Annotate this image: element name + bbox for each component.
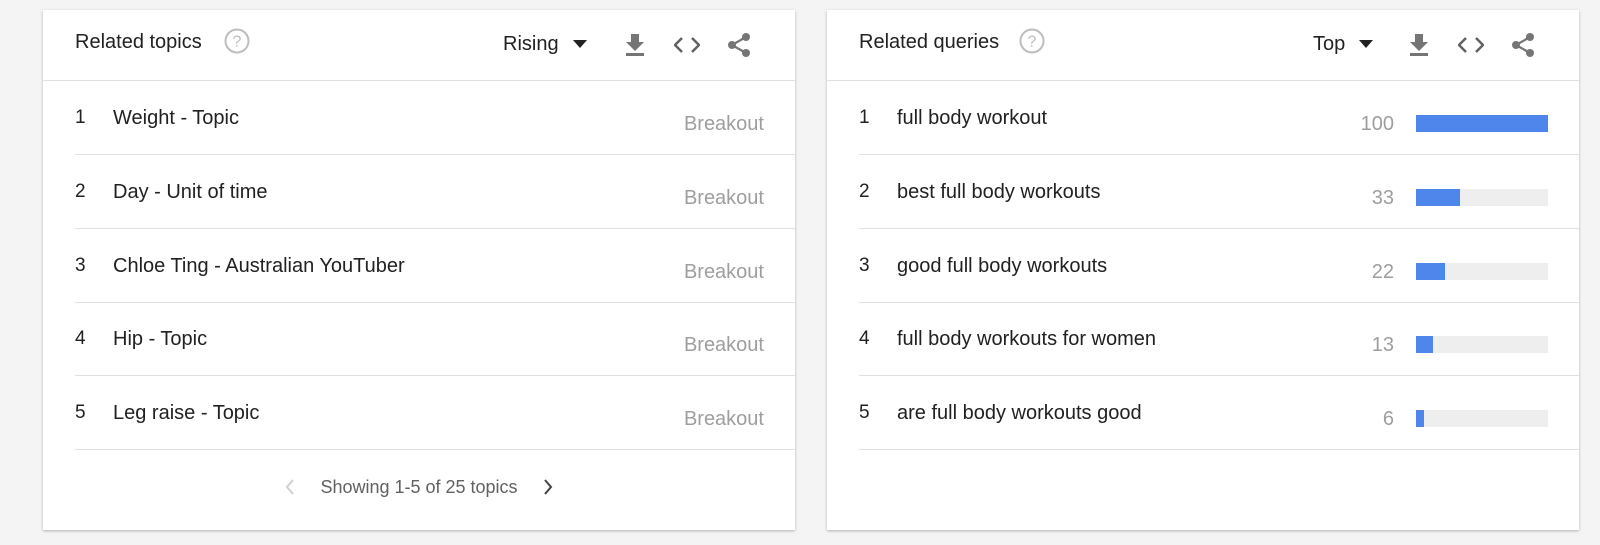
download-icon[interactable] [621,31,649,59]
rising-value: Breakout [683,334,764,356]
list-item[interactable]: 4 full body workouts for women 13 [859,302,1579,376]
previous-page-button[interactable] [278,475,302,499]
rank-number: 2 [859,181,870,202]
score-value: 100 [1360,113,1394,135]
rank-number: 3 [75,255,86,276]
rising-value: Breakout [683,408,764,430]
rising-value: Breakout [683,113,764,135]
list-item[interactable]: 3 good full body workouts 22 [859,229,1579,303]
help-icon[interactable]: ? [1019,28,1045,54]
next-page-button[interactable] [536,475,560,499]
score-bar-fill [1416,336,1434,353]
caret-down-icon [572,40,587,48]
pagination-text: Showing 1-5 of 25 topics [320,476,518,497]
svg-text:?: ? [233,34,242,51]
related-queries-title: Related queries [859,31,1000,53]
embed-code-icon[interactable] [673,31,701,59]
score-bar-fill [1416,263,1446,280]
list-item[interactable]: 2 best full body workouts 33 [859,155,1579,229]
related-topics-header: Related topics ? Rising [43,10,795,81]
rank-number: 4 [859,328,870,349]
score-bar [1416,263,1548,280]
related-queries-header: Related queries ? Top [827,10,1579,81]
score-value: 22 [1371,261,1394,283]
rank-number: 4 [75,328,86,349]
score-bar [1416,115,1548,132]
topic-label[interactable]: Hip - Topic [113,328,207,351]
topic-label[interactable]: Chloe Ting - Australian YouTuber [113,255,405,278]
rising-top-dropdown[interactable]: Top [1313,30,1374,58]
download-icon[interactable] [1405,31,1433,59]
rank-number: 3 [859,255,870,276]
related-topics-card: Related topics ? Rising 1 Weight - Topic… [43,10,795,530]
score-bar-fill [1416,410,1424,427]
share-icon[interactable] [1509,31,1537,59]
list-item[interactable]: 5 Leg raise - Topic Breakout [75,376,795,450]
list-item[interactable]: 5 are full body workouts good 6 [859,376,1579,450]
related-topics-title: Related topics [75,31,202,53]
rank-number: 1 [75,107,86,128]
related-queries-card: Related queries ? Top 1 full body workou… [827,10,1579,530]
score-bar [1416,336,1548,353]
rank-number: 5 [75,402,86,423]
rank-number: 5 [859,402,870,423]
topic-label[interactable]: Day - Unit of time [113,181,267,204]
rising-value: Breakout [683,261,764,283]
query-label[interactable]: full body workout [897,107,1047,130]
score-value: 13 [1371,334,1394,356]
dropdown-selected-value: Rising [503,32,559,55]
help-icon[interactable]: ? [224,28,250,54]
chevron-right-icon [543,479,552,495]
query-label[interactable]: are full body workouts good [897,402,1142,425]
score-bar-fill [1416,115,1548,132]
list-item[interactable]: 3 Chloe Ting - Australian YouTuber Break… [75,229,795,303]
topic-label[interactable]: Weight - Topic [113,107,239,130]
query-label[interactable]: best full body workouts [897,181,1100,204]
topic-label[interactable]: Leg raise - Topic [113,402,259,425]
rising-top-dropdown[interactable]: Rising [503,30,587,58]
svg-text:?: ? [1028,34,1037,51]
query-label[interactable]: full body workouts for women [897,328,1156,351]
caret-down-icon [1359,40,1374,48]
rising-value: Breakout [683,187,764,209]
list-item[interactable]: 1 full body workout 100 [859,81,1579,155]
list-item[interactable]: 2 Day - Unit of time Breakout [75,155,795,229]
rank-number: 1 [859,107,870,128]
chevron-left-icon [286,479,295,495]
score-bar-fill [1416,189,1460,206]
score-value: 6 [1382,408,1394,430]
score-bar [1416,189,1548,206]
score-value: 33 [1371,187,1394,209]
list-item[interactable]: 1 Weight - Topic Breakout [75,81,795,155]
share-icon[interactable] [725,31,753,59]
rank-number: 2 [75,181,86,202]
query-label[interactable]: good full body workouts [897,255,1107,278]
dropdown-selected-value: Top [1313,32,1346,55]
score-bar [1416,410,1548,427]
list-item[interactable]: 4 Hip - Topic Breakout [75,302,795,376]
pagination: Showing 1-5 of 25 topics [43,475,795,499]
embed-code-icon[interactable] [1457,31,1485,59]
